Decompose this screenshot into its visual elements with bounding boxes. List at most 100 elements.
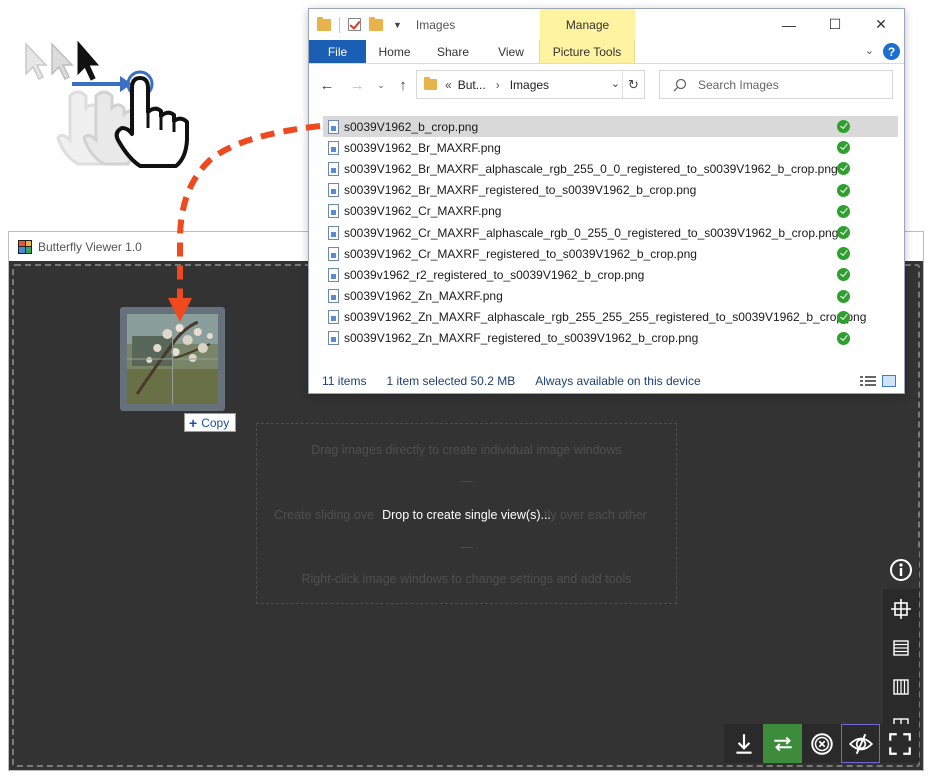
png-file-icon: [328, 140, 339, 155]
stack-horizontal-button[interactable]: [883, 628, 919, 667]
drag-hand-gesture-icon: [25, 40, 189, 168]
search-icon: [673, 78, 687, 91]
minimize-button[interactable]: —: [766, 9, 812, 40]
file-row[interactable]: s0039V1962_Cr_MAXRF_alphascale_rgb_0_255…: [323, 222, 898, 243]
file-row[interactable]: s0039V1962_Br_MAXRF_registered_to_s0039V…: [323, 180, 898, 201]
crosshair-button[interactable]: [883, 589, 919, 628]
search-input[interactable]: Search Images: [659, 70, 893, 99]
png-file-icon: [328, 331, 339, 346]
properties-icon[interactable]: [348, 18, 361, 31]
file-name: s0039V1962_Zn_MAXRF_registered_to_s0039V…: [344, 331, 699, 346]
breadcrumb-current[interactable]: Images: [510, 78, 549, 92]
close-button[interactable]: ✕: [858, 9, 904, 40]
refresh-icon[interactable]: ↻: [622, 71, 644, 98]
close-all-icon: [810, 732, 833, 755]
hint-drag-images: Drag images directly to create individua…: [311, 443, 622, 457]
chevron-down-icon[interactable]: ⌄: [865, 44, 874, 57]
drop-label: Drop to create single view(s)...: [382, 508, 551, 522]
selection-info: 1 item selected 50.2 MB: [386, 374, 516, 388]
png-file-icon: [328, 119, 339, 134]
png-file-icon: [328, 161, 339, 176]
file-row[interactable]: s0039V1962_Zn_MAXRF.png: [323, 286, 898, 307]
copy-label: Copy: [201, 415, 230, 430]
tab-share[interactable]: Share: [423, 40, 483, 63]
file-name: s0039V1962_Br_MAXRF.png: [344, 140, 501, 155]
stack-vertical-icon: [893, 678, 909, 695]
available-status-icon: [837, 289, 850, 303]
file-row[interactable]: s0039V1962_Cr_MAXRF.png: [323, 201, 898, 222]
file-row[interactable]: s0039V1962_Br_MAXRF_alphascale_rgb_255_0…: [323, 158, 898, 179]
stack-horizontal-icon: [893, 639, 909, 656]
file-row[interactable]: s0039V1962_Br_MAXRF.png: [323, 137, 898, 158]
file-name: s0039V1962_Br_MAXRF_alphascale_rgb_255_0…: [344, 161, 838, 176]
breadcrumb-separator[interactable]: ›: [496, 78, 500, 92]
window-title: Images: [415, 17, 456, 32]
info-icon: [890, 558, 912, 581]
tab-picture-tools[interactable]: Picture Tools: [539, 40, 635, 63]
painting-thumbnail-image: [127, 314, 218, 404]
breadcrumb-parent[interactable]: But...: [458, 78, 486, 92]
back-arrow-icon[interactable]: ←: [317, 75, 337, 95]
available-status-icon: [837, 120, 850, 133]
png-file-icon: [328, 246, 339, 261]
file-row[interactable]: s0039V1962_b_crop.png: [323, 116, 898, 138]
new-folder-icon[interactable]: [369, 16, 383, 31]
hide-interface-button[interactable]: [841, 724, 880, 763]
ribbon-tabs: File Home Share View Picture Tools ⌄ ?: [309, 40, 904, 64]
save-button[interactable]: [724, 724, 763, 763]
large-icons-view-icon[interactable]: [882, 375, 896, 387]
tab-home[interactable]: Home: [366, 40, 423, 63]
file-row[interactable]: s0039V1962_Zn_MAXRF_registered_to_s0039V…: [323, 328, 898, 349]
file-explorer-window: ▼ Images Manage — ☐ ✕ File Home Share Vi…: [308, 8, 905, 394]
breadcrumb-overflow[interactable]: «: [445, 78, 452, 92]
file-name: s0039V1962_Cr_MAXRF_alphascale_rgb_0_255…: [344, 225, 839, 240]
file-name: s0039V1962_Zn_MAXRF_alphascale_rgb_255_2…: [344, 310, 867, 325]
file-row[interactable]: s0039V1962_Cr_MAXRF_registered_to_s0039V…: [323, 243, 898, 264]
up-arrow-icon[interactable]: ↑: [393, 75, 413, 95]
recent-locations-chevron-icon[interactable]: ⌄: [371, 75, 391, 95]
details-view-icon[interactable]: [860, 375, 876, 387]
search-placeholder: Search Images: [698, 77, 779, 92]
png-file-icon: [328, 289, 339, 304]
explorer-title-bar[interactable]: ▼ Images Manage — ☐ ✕: [309, 9, 904, 40]
available-status-icon: [837, 162, 850, 176]
file-name: s0039V1962_Zn_MAXRF.png: [344, 289, 503, 304]
stack-vertical-button[interactable]: [883, 667, 919, 706]
png-file-icon: [328, 310, 339, 325]
png-file-icon: [328, 225, 339, 240]
tab-view[interactable]: View: [483, 40, 539, 63]
availability-status: Always available on this device: [535, 374, 701, 388]
fullscreen-icon: [888, 732, 911, 755]
info-button[interactable]: [883, 550, 919, 589]
help-icon[interactable]: ?: [883, 43, 900, 60]
file-name: s0039v1962_r2_registered_to_s0039V1962_b…: [344, 267, 645, 282]
available-status-icon: [837, 225, 850, 239]
file-row[interactable]: s0039V1962_Zn_MAXRF_alphascale_rgb_255_2…: [323, 307, 898, 328]
file-name: s0039V1962_Cr_MAXRF.png: [344, 204, 502, 219]
available-status-icon: [837, 247, 850, 261]
available-status-icon: [837, 268, 850, 282]
hint-separator: —: [460, 540, 473, 554]
manage-tab[interactable]: Manage: [540, 9, 635, 40]
available-status-icon: [837, 204, 850, 218]
dragged-image-thumbnail: [120, 307, 225, 411]
quick-access-dropdown-icon[interactable]: ▼: [393, 20, 402, 30]
address-bar[interactable]: « But... › Images ⌄ ↻: [416, 70, 645, 99]
folder-icon: [317, 16, 331, 31]
available-status-icon: [837, 331, 850, 345]
png-file-icon: [328, 204, 339, 219]
copy-badge: + Copy: [184, 413, 237, 432]
bottom-toolbar: [724, 724, 919, 763]
tab-file[interactable]: File: [309, 40, 366, 63]
maximize-button[interactable]: ☐: [812, 9, 858, 40]
address-row: ← → ⌄ ↑ « But... › Images ⌄ ↻ Search Ima…: [309, 65, 904, 105]
crosshair-icon: [891, 598, 911, 619]
fullscreen-button[interactable]: [880, 724, 919, 763]
available-status-icon: [837, 141, 850, 155]
forward-arrow-icon[interactable]: →: [347, 75, 367, 95]
file-row[interactable]: s0039v1962_r2_registered_to_s0039V1962_b…: [323, 264, 898, 285]
address-dropdown-icon[interactable]: ⌄: [611, 77, 620, 90]
window-title: Butterfly Viewer 1.0: [38, 239, 142, 254]
sync-button[interactable]: [763, 724, 802, 763]
close-all-button[interactable]: [802, 724, 841, 763]
